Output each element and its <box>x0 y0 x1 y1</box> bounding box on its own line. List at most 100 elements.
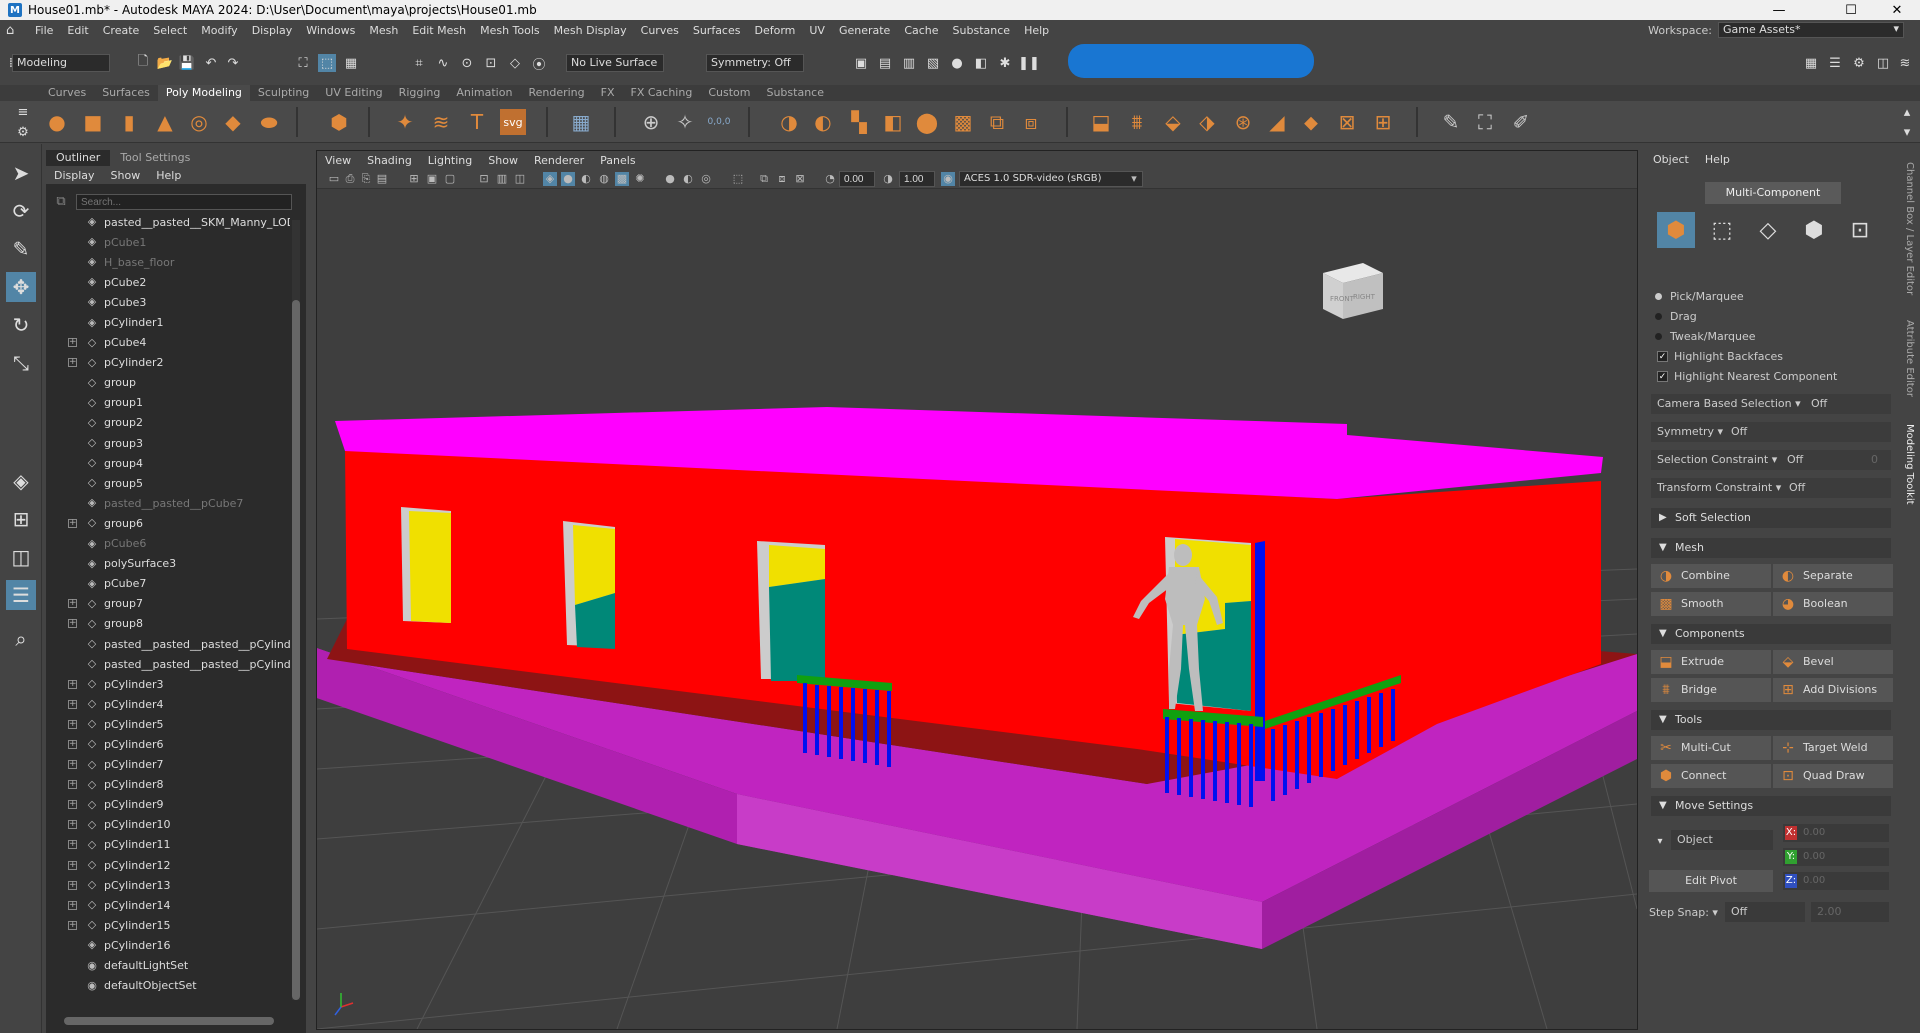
bevel-button[interactable]: ⬙ Bevel <box>1773 650 1893 674</box>
selection-constraint[interactable]: Selection Constraint ▾ Off 0 <box>1651 450 1891 470</box>
freeze-transform-icon[interactable]: ✧ <box>672 109 698 135</box>
edit-pivot-button[interactable]: Edit Pivot <box>1649 870 1773 892</box>
filter-icon[interactable]: ⧉ <box>52 192 70 210</box>
expand-plus-icon[interactable]: + <box>68 739 77 749</box>
maximize-icon[interactable]: ☐ <box>1828 0 1874 20</box>
window-3-glass-bottom[interactable] <box>769 579 825 681</box>
outliner-item[interactable]: ◇ group <box>46 373 290 393</box>
quad-draw-button[interactable]: ⊡ Quad Draw <box>1773 764 1893 788</box>
outliner-vertical-scrollbar[interactable] <box>292 220 300 1000</box>
poly-cone-icon[interactable]: ▲ <box>152 109 178 135</box>
outliner-item[interactable]: ◈ pCylinder1 <box>46 312 290 332</box>
mesh-section[interactable]: ▼ Mesh <box>1651 538 1891 558</box>
shelf-tab-animation[interactable]: Animation <box>448 85 520 101</box>
outliner-item[interactable]: + ◇ pCylinder6 <box>46 734 290 754</box>
color-space-chevron-icon[interactable]: ▾ <box>1127 172 1141 186</box>
vp-menu-panels[interactable]: Panels <box>592 154 643 167</box>
uv-cut-shelf-icon[interactable]: ✐ <box>1508 109 1534 135</box>
outliner-item[interactable]: + ◇ pCylinder14 <box>46 895 290 915</box>
uv-editor-shelf-icon[interactable]: ✎ <box>1438 109 1464 135</box>
soft-selection-section[interactable]: ▶ Soft Selection <box>1651 508 1891 528</box>
outliner-item[interactable]: + ◇ pCylinder5 <box>46 714 290 734</box>
shelf-tab-surfaces[interactable]: Surfaces <box>94 85 158 101</box>
connect-button[interactable]: ⬢ Connect <box>1651 764 1771 788</box>
reduce-shelf-icon[interactable]: ▩ <box>950 109 976 135</box>
expand-plus-icon[interactable]: + <box>68 800 77 810</box>
shelf-tab-uv-editing[interactable]: UV Editing <box>317 85 390 101</box>
shelf-tab-curves[interactable]: Curves <box>40 85 94 101</box>
poly-sphere-icon[interactable]: ● <box>44 109 70 135</box>
outliner-item[interactable]: + ◇ pCylinder3 <box>46 674 290 694</box>
view-cube-right-label[interactable]: RIGHT <box>1353 293 1376 301</box>
vp-menu-shading[interactable]: Shading <box>359 154 420 167</box>
safe-action-icon[interactable]: ▥ <box>495 172 509 186</box>
live-surface-field[interactable]: No Live Surface <box>566 54 664 72</box>
platonic-solid-icon[interactable]: ⬢ <box>326 109 352 135</box>
move-x-field[interactable]: X: 0.00 <box>1783 824 1889 842</box>
shelf-settings-icon[interactable]: ⚙ <box>14 123 32 141</box>
separate-button[interactable]: ◐ Separate <box>1773 564 1893 588</box>
move-y-field[interactable]: Y: 0.00 <box>1783 848 1889 866</box>
move-z-field[interactable]: Z: 0.00 <box>1783 872 1889 890</box>
attribute-editor-icon[interactable]: ⚙ <box>1850 54 1868 72</box>
gamma-field[interactable] <box>899 171 935 187</box>
boolean-button[interactable]: ◕ Boolean <box>1773 592 1893 616</box>
outliner-item[interactable]: + ◇ group8 <box>46 614 290 634</box>
multi-cut-button[interactable]: ✂ Multi-Cut <box>1651 736 1771 760</box>
menu-file[interactable]: File <box>28 24 60 37</box>
sweep-mesh-icon[interactable]: ≋ <box>428 109 454 135</box>
outliner-item[interactable]: + ◇ pCube4 <box>46 333 290 353</box>
expand-plus-icon[interactable]: + <box>68 840 77 850</box>
tool-settings-icon[interactable]: ◫ <box>1874 54 1892 72</box>
field-chart-icon[interactable]: ⊡ <box>477 172 491 186</box>
scale-tool-icon[interactable]: ⤡ <box>6 348 36 378</box>
textured-icon[interactable]: ◍ <box>597 172 611 186</box>
outliner-item[interactable]: ◇ pasted__pasted__pasted__pCylinder8 <box>46 634 290 654</box>
toolkit-menu-object[interactable]: Object <box>1645 153 1697 166</box>
outliner-item[interactable]: ◇ group3 <box>46 433 290 453</box>
view-cube-front-label[interactable]: FRONT <box>1330 295 1355 303</box>
menu-cache[interactable]: Cache <box>897 24 945 37</box>
multi-component-button[interactable]: Multi-Component <box>1705 182 1841 204</box>
uv-mode-icon[interactable]: ⊡ <box>1841 212 1879 248</box>
outliner-item[interactable]: + ◇ pCylinder4 <box>46 694 290 714</box>
face-mode-icon[interactable]: ⬢ <box>1795 212 1833 248</box>
outliner-item[interactable]: + ◇ pCylinder8 <box>46 775 290 795</box>
shelf-tab-substance[interactable]: Substance <box>758 85 832 101</box>
menu-substance[interactable]: Substance <box>946 24 1018 37</box>
smooth-shelf-icon[interactable]: ⬤ <box>914 109 940 135</box>
remesh-shelf-icon[interactable]: ⧈ <box>1018 109 1044 135</box>
type-tool-icon[interactable]: T <box>464 109 490 135</box>
expand-plus-icon[interactable]: + <box>68 358 77 368</box>
light-editor-icon[interactable]: ✱ <box>996 54 1014 72</box>
symmetry-dropdown[interactable]: Symmetry: Off <box>706 54 804 72</box>
radio-drag[interactable]: Drag <box>1655 310 1697 323</box>
multicut-shelf-icon[interactable]: ⊠ <box>1334 109 1360 135</box>
smooth-button[interactable]: ▩ Smooth <box>1651 592 1771 616</box>
outliner-item[interactable]: ◉ defaultLightSet <box>46 955 290 975</box>
extrude-button[interactable]: ⬓ Extrude <box>1651 650 1771 674</box>
snap-point-icon[interactable]: ⊙ <box>458 54 476 72</box>
menu-select[interactable]: Select <box>146 24 194 37</box>
poly-cube-icon[interactable]: ■ <box>80 109 106 135</box>
lasso-tool-icon[interactable]: ⟳ <box>6 196 36 226</box>
outliner-menu-help[interactable]: Help <box>148 169 189 182</box>
menu-modify[interactable]: Modify <box>194 24 244 37</box>
menu-edit[interactable]: Edit <box>60 24 95 37</box>
super-shape-icon[interactable]: ✦ <box>392 109 418 135</box>
menu-mesh-display[interactable]: Mesh Display <box>547 24 634 37</box>
outliner-item[interactable]: + ◇ pCylinder9 <box>46 795 290 815</box>
shelf-tab-custom[interactable]: Custom <box>700 85 758 101</box>
menu-curves[interactable]: Curves <box>634 24 686 37</box>
shelf-tab-poly-modeling[interactable]: Poly Modeling <box>157 85 250 101</box>
open-scene-icon[interactable]: 📂 <box>156 54 174 72</box>
outliner-menu-display[interactable]: Display <box>46 169 103 182</box>
bridge-shelf-icon[interactable]: ⩩ <box>1124 109 1150 135</box>
poke-shelf-icon[interactable]: ⬥ <box>1298 109 1324 135</box>
expand-plus-icon[interactable]: + <box>68 880 77 890</box>
outliner-item[interactable]: ◈ polySurface3 <box>46 554 290 574</box>
vp-menu-view[interactable]: View <box>317 154 359 167</box>
bevel-shelf-icon[interactable]: ⬙ <box>1160 109 1186 135</box>
menu-windows[interactable]: Windows <box>299 24 362 37</box>
move-space-dropdown[interactable]: Object <box>1671 830 1773 850</box>
